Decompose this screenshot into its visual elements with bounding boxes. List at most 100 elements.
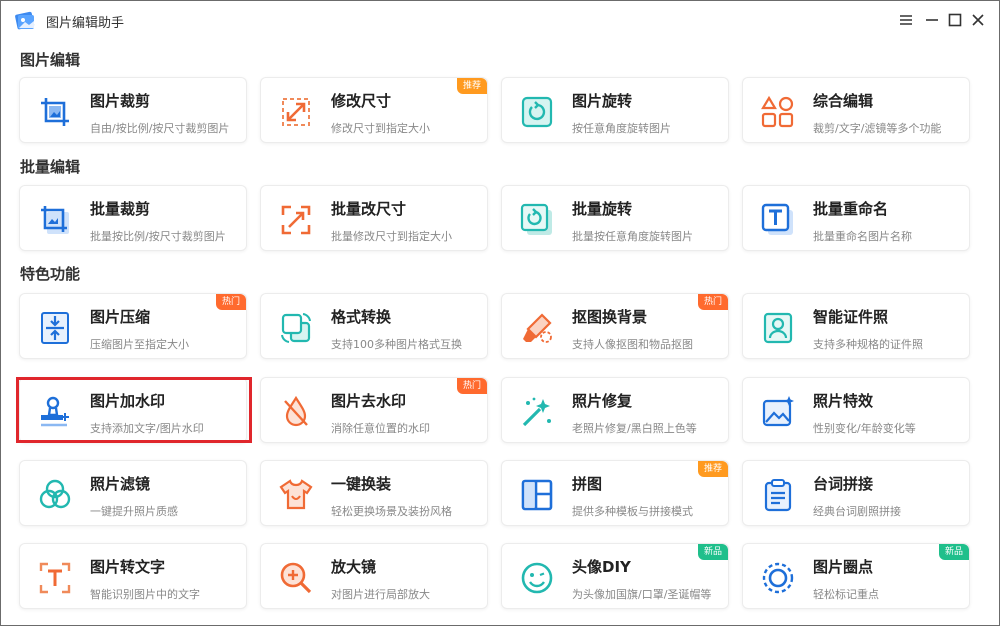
card-desc: 轻松更换场景及装扮风格 [331,505,452,518]
card-desc: 自由/按比例/按尺寸裁剪图片 [90,122,230,135]
card-desc: 支持添加文字/图片水印 [90,422,204,435]
new-badge: 新品 [938,544,969,560]
card-title: 台词拼接 [813,475,874,493]
menu-icon[interactable] [896,10,916,30]
text-rename-icon [761,203,793,235]
card-effects[interactable]: 照片特效 性别变化/年龄变化等 [742,377,970,443]
eraser-brush-icon [523,313,552,343]
card-outfit[interactable]: 一键换装 轻松更换场景及装扮风格 [260,460,488,526]
maximize-icon[interactable] [945,10,965,30]
card-title: 图片裁剪 [90,92,151,110]
card-title: 修改尺寸 [331,92,392,110]
smiley-face-icon [521,562,553,594]
card-desc: 批量按任意角度旋转图片 [572,230,693,243]
title-bar: 图片编辑助手 [1,1,999,39]
compress-icon [41,312,69,344]
card-title: 放大镜 [331,558,377,576]
card-cutout[interactable]: 抠图换背景 支持人像抠图和物品抠图 热门 [501,293,729,359]
card-title: 抠图换背景 [572,308,648,326]
resize-icon [282,98,310,126]
card-rotate[interactable]: 图片旋转 按任意角度旋转图片 [501,77,729,143]
card-batch-rename[interactable]: 批量重命名 批量重命名图片名称 [742,185,970,251]
card-title: 图片圈点 [813,558,874,576]
recommend-badge: 推荐 [697,461,728,477]
section-title-features: 特色功能 [20,265,81,283]
card-crop[interactable]: 图片裁剪 自由/按比例/按尺寸裁剪图片 [19,77,247,143]
filter-circles-icon [39,479,71,509]
crop-icon [41,98,69,126]
id-photo-icon [763,312,793,344]
recommend-badge: 推荐 [456,78,487,94]
card-title: 照片特效 [813,392,874,410]
card-desc: 批量重命名图片名称 [813,230,912,243]
card-title: 综合编辑 [813,92,874,110]
card-desc: 修改尺寸到指定大小 [331,122,430,135]
hot-badge: 热门 [697,294,728,310]
card-title: 图片加水印 [90,392,166,410]
new-badge: 新品 [697,544,728,560]
card-idphoto[interactable]: 智能证件照 支持多种规格的证件照 [742,293,970,359]
card-title: 智能证件照 [813,308,889,326]
card-compress[interactable]: 图片压缩 压缩图片至指定大小 热门 [19,293,247,359]
card-collage[interactable]: 拼图 提供多种模板与拼接模式 推荐 [501,460,729,526]
format-convert-icon [281,313,311,343]
card-desc: 支持多种规格的证件照 [813,338,923,351]
collage-grid-icon [521,479,553,511]
photo-app-icon [15,11,35,30]
hot-badge: 热门 [215,294,246,310]
card-batch-crop[interactable]: 批量裁剪 批量按比例/按尺寸裁剪图片 [19,185,247,251]
card-title: 一键换装 [331,475,392,493]
card-title: 批量旋转 [572,200,633,218]
card-title: 格式转换 [331,308,392,326]
card-title: 批量重命名 [813,200,889,218]
card-desc: 压缩图片至指定大小 [90,338,189,351]
batch-rotate-icon [520,203,552,235]
card-desc: 提供多种模板与拼接模式 [572,505,693,518]
card-desc: 轻松标记重点 [813,588,879,601]
section-title-batch: 批量编辑 [20,158,81,176]
shapes-icon [761,95,794,128]
card-title: 照片滤镜 [90,475,151,493]
card-circle[interactable]: 图片圈点 轻松标记重点 新品 [742,543,970,609]
card-title: 批量裁剪 [90,200,151,218]
card-desc: 为头像加国旗/口罩/圣诞帽等 [572,588,712,601]
card-batch-rotate[interactable]: 批量旋转 批量按任意角度旋转图片 [501,185,729,251]
image-sparkle-icon [762,396,794,427]
card-title: 图片压缩 [90,308,151,326]
card-avatar[interactable]: 头像DIY 为头像加国旗/口罩/圣诞帽等 新品 [501,543,729,609]
clipboard-icon [764,479,792,512]
minimize-icon[interactable] [922,10,942,30]
card-title: 图片去水印 [331,392,407,410]
batch-crop-icon [41,206,69,234]
card-resize[interactable]: 修改尺寸 修改尺寸到指定大小 推荐 [260,77,488,143]
card-batch-resize[interactable]: 批量改尺寸 批量修改尺寸到指定大小 [260,185,488,251]
text-scan-icon [39,562,71,594]
card-compedit[interactable]: 综合编辑 裁剪/文字/滤镜等多个功能 [742,77,970,143]
card-desc: 一键提升照片质感 [90,505,178,518]
card-watermark-remove[interactable]: 图片去水印 消除任意位置的水印 热门 [260,377,488,443]
window-title: 图片编辑助手 [46,16,125,31]
no-water-drop-icon [284,395,308,427]
card-ocr[interactable]: 图片转文字 智能识别图片中的文字 [19,543,247,609]
card-title: 照片修复 [572,392,633,410]
close-icon[interactable] [968,10,988,30]
card-title: 图片旋转 [572,92,633,110]
card-watermark-add[interactable]: 图片加水印 支持添加文字/图片水印 [19,377,247,443]
card-repair[interactable]: 照片修复 老照片修复/黑白照上色等 [501,377,729,443]
section-title-edit: 图片编辑 [20,51,81,69]
dashed-circle-icon [762,562,794,594]
card-lines[interactable]: 台词拼接 经典台词剧照拼接 [742,460,970,526]
card-title: 图片转文字 [90,558,166,576]
card-filter[interactable]: 照片滤镜 一键提升照片质感 [19,460,247,526]
card-desc: 消除任意位置的水印 [331,422,430,435]
stamp-icon [41,396,69,427]
card-magnifier[interactable]: 放大镜 对图片进行局部放大 [260,543,488,609]
card-title: 头像DIY [572,558,631,576]
card-desc: 智能识别图片中的文字 [90,588,200,601]
card-convert[interactable]: 格式转换 支持100多种图片格式互换 [260,293,488,359]
card-desc: 裁剪/文字/滤镜等多个功能 [813,122,942,135]
card-desc: 经典台词剧照拼接 [813,505,901,518]
tshirt-icon [279,479,313,510]
card-desc: 支持100多种图片格式互换 [331,338,462,351]
magnifier-icon [280,562,312,594]
